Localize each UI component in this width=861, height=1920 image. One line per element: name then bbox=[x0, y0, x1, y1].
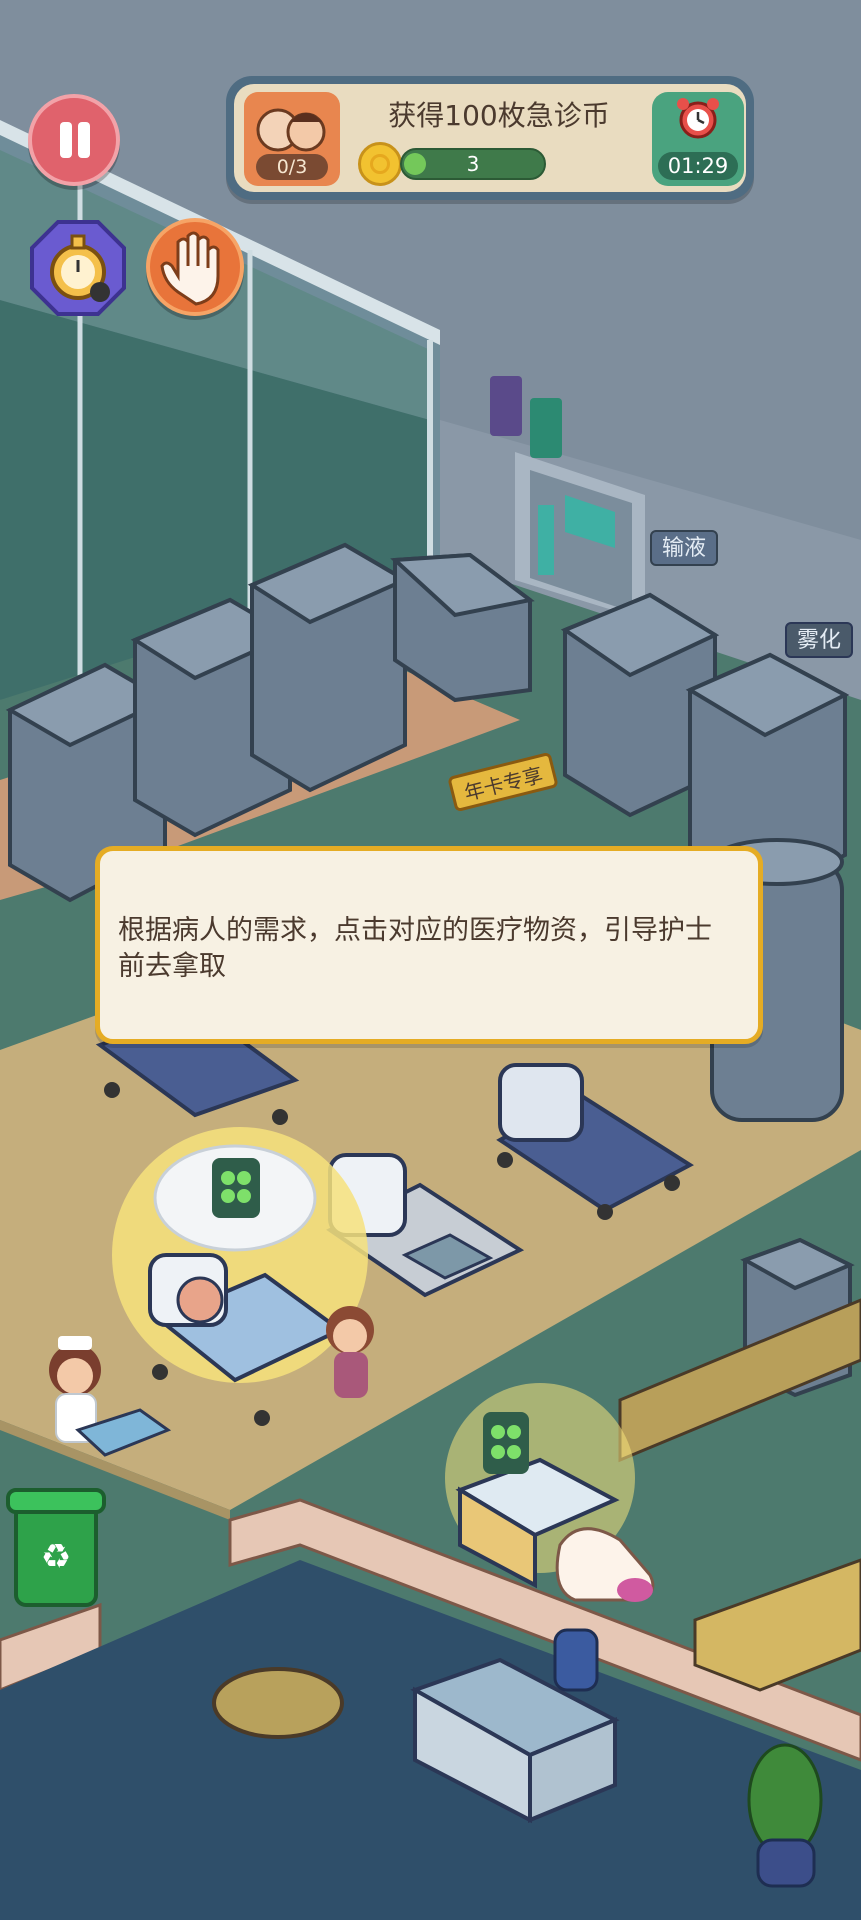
patients-progress: 0/3 bbox=[256, 154, 328, 180]
potted-plant bbox=[747, 1743, 823, 1888]
cabinet[interactable] bbox=[247, 542, 410, 793]
game-stage: ♻ 0/3 获得100枚急诊币 3 01:29 输液 雾化 年卡专享 根据病人的… bbox=[0, 0, 861, 1920]
pause-icon bbox=[60, 122, 72, 158]
timer-value: 01:29 bbox=[658, 152, 738, 180]
patients-portrait: 0/3 bbox=[244, 92, 340, 186]
medical-supply-icon bbox=[212, 1158, 260, 1218]
alarm-clock-icon bbox=[677, 98, 719, 139]
medical-supply-icon bbox=[483, 1412, 529, 1474]
coin-progress-value: 3 bbox=[466, 152, 480, 176]
stopwatch-button[interactable] bbox=[28, 218, 128, 318]
tutorial-text: 根据病人的需求，点击对应的医疗物资，引导护士前去拿取 bbox=[118, 915, 712, 982]
hand-icon bbox=[160, 231, 220, 306]
pause-button[interactable] bbox=[28, 94, 120, 186]
sign-infusion: 输液 bbox=[650, 530, 719, 566]
recycle-bin-icon[interactable]: ♻ bbox=[6, 1488, 106, 1607]
patient-icon bbox=[176, 1276, 224, 1324]
coin-progress-bar: 3 bbox=[400, 148, 546, 180]
sign-nebulization: 雾化 bbox=[785, 622, 854, 658]
hand-button[interactable] bbox=[146, 218, 244, 316]
round-table[interactable] bbox=[212, 1667, 344, 1739]
tutorial-tip[interactable]: 根据病人的需求，点击对应的医疗物资，引导护士前去拿取 bbox=[95, 846, 763, 1044]
coin-icon bbox=[358, 142, 402, 186]
patient-need-bubble bbox=[153, 1144, 317, 1252]
stopwatch-icon bbox=[30, 220, 126, 316]
office-chair bbox=[553, 1628, 599, 1692]
timer-box: 01:29 bbox=[652, 92, 744, 186]
task-title: 获得100枚急诊币 bbox=[388, 99, 610, 132]
green-sign-icon bbox=[530, 398, 562, 458]
task-panel: 0/3 获得100枚急诊币 3 01:29 bbox=[226, 76, 754, 200]
task-inner: 0/3 获得100枚急诊币 3 01:29 bbox=[234, 84, 746, 192]
svg-text:♻: ♻ bbox=[41, 1537, 71, 1577]
purple-sign-icon bbox=[490, 376, 522, 436]
